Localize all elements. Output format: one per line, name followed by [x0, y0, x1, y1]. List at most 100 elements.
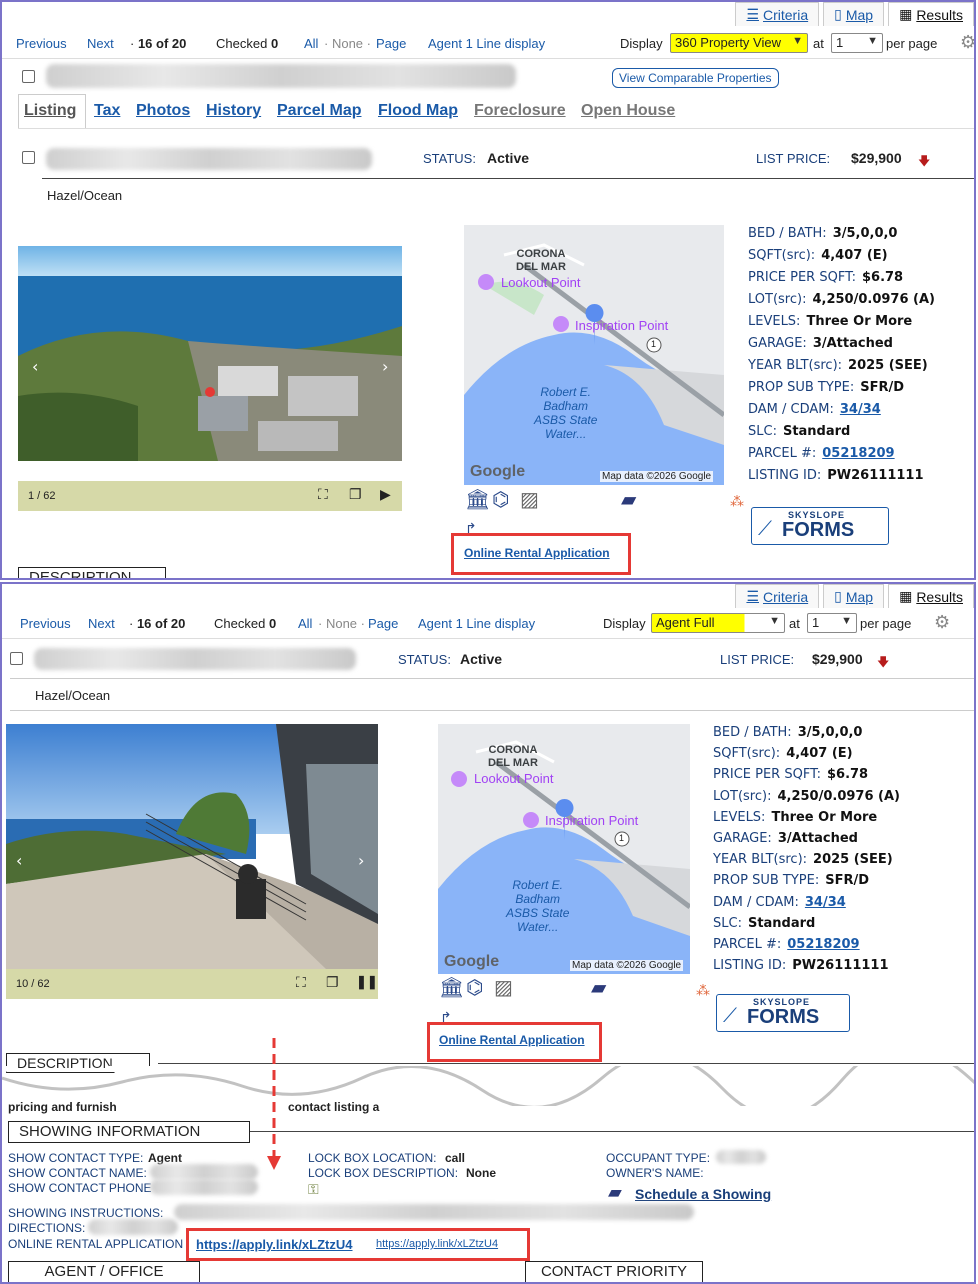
tab-criteria[interactable]: ☰ Criteria: [735, 2, 820, 26]
colored-dots-icon[interactable]: ⁂: [730, 491, 744, 511]
listing-checkbox-2[interactable]: [22, 151, 35, 164]
divider: [250, 1131, 974, 1132]
parcel-grid-icon[interactable]: ▨: [494, 978, 513, 998]
per-page-select[interactable]: 1 ▼: [807, 613, 857, 633]
listing-checkbox[interactable]: [22, 70, 35, 83]
tab-results[interactable]: ▦ Results: [888, 2, 974, 26]
fact-label: PRICE PER SQFT:: [748, 270, 856, 285]
tab-flood-map[interactable]: Flood Map: [378, 102, 458, 120]
listing-checkbox[interactable]: [10, 652, 23, 665]
lockbox-description-value: None: [466, 1166, 496, 1180]
popout-icon[interactable]: ❐: [326, 974, 339, 991]
showing-scheduler-icon[interactable]: ▰: [621, 490, 636, 510]
tab-parcel-map[interactable]: Parcel Map: [277, 102, 361, 120]
select-page-link[interactable]: Page: [368, 616, 398, 631]
next-link[interactable]: Next: [87, 36, 114, 51]
select-none-link[interactable]: · None ·: [324, 36, 371, 51]
government-building-icon[interactable]: 🏛: [439, 978, 464, 998]
tab-criteria-label: Criteria: [763, 588, 809, 605]
fact-row: GARAGE: 3/Attached: [748, 336, 893, 351]
gear-icon[interactable]: ⚙: [934, 612, 950, 633]
fact-value: 4,407 (E): [821, 248, 888, 263]
previous-link[interactable]: Previous: [16, 36, 67, 51]
svg-text:‹: ‹: [32, 357, 38, 376]
tab-tax[interactable]: Tax: [94, 102, 120, 120]
fact-label: YEAR BLT(src):: [748, 358, 843, 373]
fact-value: Standard: [747, 915, 816, 931]
display-select[interactable]: Agent Full ▼: [651, 613, 785, 633]
tab-listing[interactable]: Listing: [24, 102, 76, 120]
fact-row: PARCEL #: 05218209: [748, 446, 895, 461]
tab-results[interactable]: ▦ Results: [888, 584, 974, 608]
showing-scheduler-icon[interactable]: ▰: [591, 978, 606, 998]
gear-icon[interactable]: ⚙: [960, 32, 974, 53]
popout-icon[interactable]: ❐: [349, 486, 362, 503]
display-select-value: Agent Full: [656, 615, 715, 630]
next-link[interactable]: Next: [88, 616, 115, 631]
agent-display-link[interactable]: Agent 1 Line display: [418, 616, 535, 631]
fact-value: 4,250/0.0976 (A): [812, 292, 935, 307]
fact-row: SQFT(src): 4,407 (E): [748, 248, 888, 263]
fact-value[interactable]: 05218209: [787, 937, 859, 952]
rental-url-link[interactable]: https://apply.link/xLZtzU4: [196, 1237, 353, 1252]
view-comparable-button[interactable]: View Comparable Properties: [612, 68, 779, 88]
previous-link[interactable]: Previous: [20, 616, 71, 631]
tab-history[interactable]: History: [206, 102, 261, 120]
government-building-icon[interactable]: 🏛: [465, 490, 490, 510]
schedule-showing-icon[interactable]: ▰: [608, 1182, 622, 1203]
select-none-link[interactable]: · None ·: [318, 616, 365, 631]
tab-map[interactable]: ▯ Map: [823, 2, 885, 26]
parcel-grid-icon[interactable]: ▨: [520, 490, 539, 510]
location-map[interactable]: CORONA DEL MAR Lookout Point Inspiration…: [464, 225, 724, 485]
listing-photo[interactable]: ‹ ›: [18, 246, 402, 461]
top-tabs: ☰ Criteria ▯ Map ▦ Results: [731, 2, 974, 26]
tab-foreclosure[interactable]: Foreclosure: [474, 102, 566, 120]
coastal-aerial-photo: ‹ ›: [18, 246, 402, 461]
colored-dots-icon[interactable]: ⁂: [696, 980, 710, 1000]
fact-value[interactable]: 34/34: [840, 402, 881, 417]
at-label: at: [813, 36, 824, 51]
lockbox-key-icon[interactable]: ⚿: [308, 1181, 319, 1198]
agent-display-link[interactable]: Agent 1 Line display: [428, 36, 545, 51]
display-select[interactable]: 360 Property View ▼: [670, 33, 808, 53]
fact-label: SQFT(src):: [748, 248, 816, 263]
fact-row: PROP SUB TYPE: SFR/D: [713, 873, 869, 888]
skyslope-forms-button[interactable]: ⟋ SKYSLOPE FORMS: [751, 507, 889, 545]
fact-label: LOT(src):: [748, 292, 807, 307]
address-redacted: [34, 648, 356, 670]
skyslope-logo-icon: ⟋: [758, 518, 772, 540]
tab-photos[interactable]: Photos: [136, 102, 190, 120]
schedule-showing-link[interactable]: Schedule a Showing: [635, 1186, 771, 1202]
fact-row: SLC: Standard: [748, 424, 850, 439]
map-graphic: [438, 724, 690, 974]
fact-value[interactable]: 05218209: [822, 446, 894, 461]
pause-icon[interactable]: ❚❚: [356, 974, 378, 990]
online-rental-application-link[interactable]: Online Rental Application: [439, 1033, 585, 1047]
position-text: 16 of 20: [137, 36, 187, 51]
contact-priority-section-header: CONTACT PRIORITY: [525, 1261, 703, 1282]
fact-value[interactable]: 34/34: [805, 895, 846, 910]
listing-photo[interactable]: ‹ ›: [6, 724, 378, 969]
select-page-link[interactable]: Page: [376, 36, 406, 51]
location-map[interactable]: CORONA DEL MAR Lookout Point Inspiration…: [438, 724, 690, 974]
skyslope-forms-button[interactable]: ⟋ SKYSLOPE FORMS: [716, 994, 850, 1032]
tab-open-house[interactable]: Open House: [581, 102, 675, 120]
select-all-link[interactable]: All: [298, 616, 312, 631]
fullscreen-icon[interactable]: ⛶: [296, 974, 306, 991]
address-redacted: [46, 64, 516, 88]
tab-map[interactable]: ▯ Map: [823, 584, 885, 608]
binoculars-icon[interactable]: ⌬: [466, 978, 483, 998]
binoculars-icon[interactable]: ⌬: [492, 490, 509, 510]
online-rental-application-link[interactable]: Online Rental Application: [464, 546, 610, 560]
fullscreen-icon[interactable]: ⛶: [318, 486, 328, 503]
per-page-select[interactable]: 1 ▼: [831, 33, 883, 53]
divider: [10, 710, 974, 711]
select-all-link[interactable]: All: [304, 36, 318, 51]
play-icon[interactable]: ▶: [380, 486, 391, 503]
fact-value: 3/Attached: [812, 336, 893, 351]
contact-name-redacted: [150, 1164, 258, 1180]
fact-label: BED / BATH:: [748, 226, 827, 241]
tab-criteria[interactable]: ☰ Criteria: [735, 584, 820, 608]
position-indicator: · 16 of 20: [130, 36, 187, 51]
rental-url-link-small[interactable]: https://apply.link/xLZtzU4: [376, 1238, 498, 1250]
